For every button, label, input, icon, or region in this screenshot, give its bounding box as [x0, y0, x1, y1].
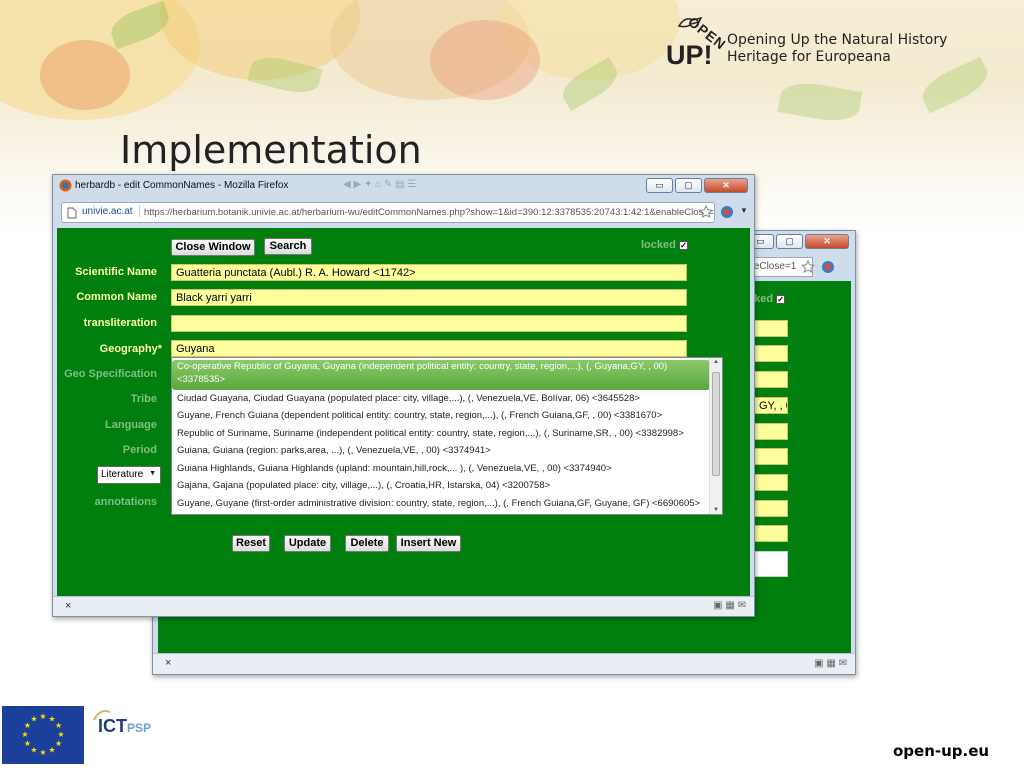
language-label: Language — [105, 419, 157, 431]
scroll-up-icon[interactable]: ▲ — [713, 359, 719, 365]
window-controls: ▭ ▢ ✕ — [646, 178, 748, 193]
update-button[interactable]: Update — [284, 535, 331, 552]
scientific-name-field[interactable]: Guatteria punctata (Aubl.) R. A. Howard … — [171, 264, 687, 281]
autocomplete-item[interactable]: Guiana, Guiana (region: parks,area, ...)… — [172, 444, 710, 457]
scroll-down-icon[interactable]: ▼ — [713, 507, 719, 513]
eu-star-icon: ★ — [57, 730, 64, 739]
back-annotations-box[interactable] — [754, 551, 788, 577]
back-locked-checkbox[interactable]: ✓ — [776, 294, 786, 304]
status-icons: ▣ ▦ ✉ — [814, 658, 847, 669]
close-window-button[interactable]: Close Window — [171, 239, 255, 256]
eu-star-icon: ★ — [55, 721, 62, 730]
eu-star-icon: ★ — [48, 746, 55, 755]
autocomplete-item[interactable]: Guyane, French Guiana (dependent politic… — [172, 409, 710, 422]
autocomplete-item[interactable]: Guiana Highlands, Guiana Highlands (upla… — [172, 462, 710, 475]
status-icons: ▣ ▦ ✉ — [713, 600, 746, 611]
back-field-2[interactable] — [754, 345, 788, 362]
geography-autocomplete-list: Co-operative Republic of Guyana, Guyana … — [171, 357, 723, 515]
back-field-5[interactable] — [754, 423, 788, 440]
window-title: herbardb - edit CommonNames - Mozilla Fi… — [75, 180, 289, 191]
scrollbar-thumb[interactable] — [712, 372, 720, 476]
addon-icon[interactable] — [720, 205, 734, 219]
logo-up-text: UP! — [666, 40, 713, 70]
common-name-label: Common Name — [76, 291, 157, 303]
footer-url: open-up.eu — [893, 742, 990, 760]
close-button[interactable]: ✕ — [704, 178, 748, 193]
site-identity-badge[interactable]: univie.ac.at — [82, 206, 140, 217]
star-icon[interactable] — [801, 260, 815, 274]
autocomplete-item[interactable]: Ciudad Guayana, Ciudad Guayana (populate… — [172, 392, 710, 405]
back-field-7[interactable] — [754, 474, 788, 491]
back-window-controls: ▭ ▢ ✕ — [747, 234, 849, 249]
reset-button[interactable]: Reset — [232, 535, 270, 552]
geo-specification-label: Geo Specification — [64, 368, 157, 380]
back-status-bar: × ▣ ▦ ✉ — [153, 653, 855, 674]
psp-text: PSP — [127, 721, 152, 735]
autocomplete-item-selected[interactable]: Co-operative Republic of Guyana, Guyana … — [172, 360, 710, 390]
eu-star-icon: ★ — [21, 730, 28, 739]
locked-checkbox[interactable]: ✓ — [678, 240, 688, 250]
eu-star-icon: ★ — [39, 712, 46, 721]
back-field-geography[interactable]: GY, , 0 — [754, 397, 788, 414]
ictpsp-swoosh-icon — [93, 710, 111, 721]
chevron-down-icon: ▼ — [149, 470, 156, 477]
back-field-1[interactable] — [754, 320, 788, 337]
eu-star-icon: ★ — [24, 739, 31, 748]
status-bar: × ▣ ▦ ✉ — [53, 596, 754, 616]
insert-new-button[interactable]: Insert New — [396, 535, 461, 552]
transliteration-label: transliteration — [83, 317, 157, 329]
minimize-button[interactable]: ▭ — [646, 178, 673, 193]
autocomplete-scrollbar[interactable]: ▲ ▼ — [709, 358, 722, 514]
back-field-6[interactable] — [754, 448, 788, 465]
eu-star-icon: ★ — [30, 714, 37, 723]
back-field-9[interactable] — [754, 525, 788, 542]
openup-logo: OPEN UP! Opening Up the Natural History … — [663, 13, 1013, 74]
eu-flag-logo: ★ ★ ★ ★ ★ ★ ★ ★ ★ ★ ★ ★ — [2, 706, 84, 764]
delete-button[interactable]: Delete — [345, 535, 389, 552]
firefox-icon — [59, 179, 72, 192]
ictpsp-logo: ICTPSP — [93, 710, 152, 737]
back-field-8[interactable] — [754, 500, 788, 517]
back-close-tab-x[interactable]: × — [165, 657, 171, 669]
locked-label: locked — [641, 239, 676, 251]
search-button[interactable]: Search — [264, 238, 312, 255]
scientific-name-label: Scientific Name — [75, 266, 157, 278]
source-select-value: Literature — [101, 469, 144, 480]
source-select[interactable]: Literature ▼ — [97, 466, 161, 484]
logo-tagline: Opening Up the Natural History Heritage … — [727, 32, 948, 65]
common-name-field[interactable]: Black yarri yarri — [171, 289, 687, 306]
autocomplete-item[interactable]: Republic of Suriname, Suriname (independ… — [172, 427, 710, 440]
eu-star-icon: ★ — [55, 739, 62, 748]
locked-indicator: locked ✓ — [641, 239, 688, 251]
addon-icon[interactable] — [821, 260, 835, 274]
transliteration-field[interactable] — [171, 315, 687, 332]
period-label: Period — [122, 444, 157, 456]
page-icon — [67, 207, 77, 219]
url-bar[interactable]: univie.ac.at https://herbarium.botanik.u… — [61, 202, 715, 223]
eu-star-icon: ★ — [39, 748, 46, 757]
menu-dropdown-icon[interactable]: ▼ — [740, 206, 748, 215]
close-tab-x[interactable]: × — [65, 600, 71, 612]
close-button[interactable]: ✕ — [805, 234, 849, 249]
maximize-button[interactable]: ▢ — [675, 178, 702, 193]
geography-label: Geography* — [99, 343, 162, 355]
tribe-label: Tribe — [130, 393, 157, 405]
autocomplete-item[interactable]: Guyane, Guyane (first-order administrati… — [172, 497, 710, 510]
faded-toolbar: ◀ ▶ ✦ ⌂ ✎ ▤ ☰ — [343, 179, 417, 190]
annotations-label: annotations — [94, 496, 157, 508]
maximize-button[interactable]: ▢ — [776, 234, 803, 249]
bookmark-star-icon[interactable] — [699, 205, 713, 219]
eu-star-icon: ★ — [30, 746, 37, 755]
back-field-3[interactable] — [754, 371, 788, 388]
eu-stars-icon: ★★★★★★★★★ ★ ★★ — [21, 712, 64, 757]
autocomplete-item[interactable]: Gajana, Gajana (populated place: city, v… — [172, 479, 710, 492]
url-text[interactable]: https://herbarium.botanik.univie.ac.at/h… — [144, 207, 714, 218]
geography-field[interactable]: Guyana — [171, 340, 687, 357]
slide-title: Implementation — [120, 128, 422, 172]
